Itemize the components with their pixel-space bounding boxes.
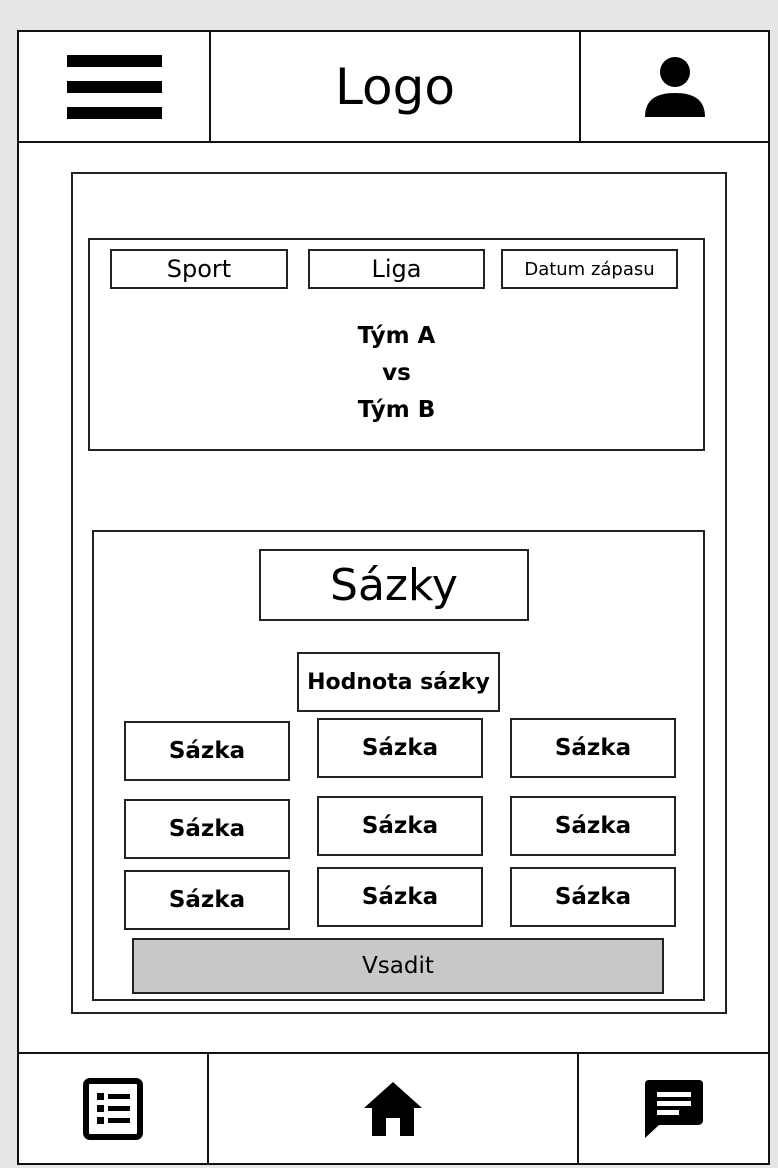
team-b: Tým B (357, 397, 436, 423)
bet-option[interactable]: Sázka (510, 867, 676, 927)
main-content: Sport Liga Datum zápasu Tým A vs Tým B S… (71, 172, 727, 1014)
match-date[interactable]: Datum zápasu (501, 249, 678, 289)
sport-filter[interactable]: Sport (110, 249, 288, 289)
bet-value-field[interactable]: Hodnota sázky (297, 652, 500, 712)
phone-frame: Logo Sport Liga Datum zápasu Tým A vs Tý… (17, 30, 770, 1165)
chat-icon[interactable] (643, 1078, 705, 1140)
place-bet-button[interactable]: Vsadit (132, 938, 664, 994)
bet-option[interactable]: Sázka (317, 867, 483, 927)
bets-title: Sázky (259, 549, 529, 621)
profile-button[interactable] (581, 32, 768, 141)
nav-list[interactable] (19, 1054, 209, 1163)
menu-button[interactable] (19, 32, 211, 141)
bet-option[interactable]: Sázka (124, 870, 290, 930)
match-card: Sport Liga Datum zápasu Tým A vs Tým B (88, 238, 705, 451)
logo: Logo (335, 57, 455, 116)
bet-option[interactable]: Sázka (510, 718, 676, 778)
nav-home[interactable] (209, 1054, 579, 1163)
bet-option[interactable]: Sázka (124, 721, 290, 781)
league-filter[interactable]: Liga (308, 249, 485, 289)
bet-option[interactable]: Sázka (124, 799, 290, 859)
top-bar: Logo (19, 32, 768, 143)
versus-label: vs (382, 360, 411, 386)
logo-cell: Logo (211, 32, 581, 141)
home-icon[interactable] (362, 1080, 424, 1138)
bet-option[interactable]: Sázka (510, 796, 676, 856)
list-icon[interactable] (83, 1077, 143, 1140)
bottom-nav (19, 1052, 768, 1163)
team-a: Tým A (357, 323, 436, 349)
bet-option[interactable]: Sázka (317, 718, 483, 778)
bets-panel: Sázky Hodnota sázky Sázka Sázka Sázka Sá… (92, 530, 705, 1001)
hamburger-menu-icon[interactable] (66, 54, 162, 119)
user-profile-icon[interactable] (643, 55, 707, 119)
teams: Tým A vs Tým B (90, 318, 703, 429)
bet-option[interactable]: Sázka (317, 796, 483, 856)
nav-chat[interactable] (579, 1054, 768, 1163)
